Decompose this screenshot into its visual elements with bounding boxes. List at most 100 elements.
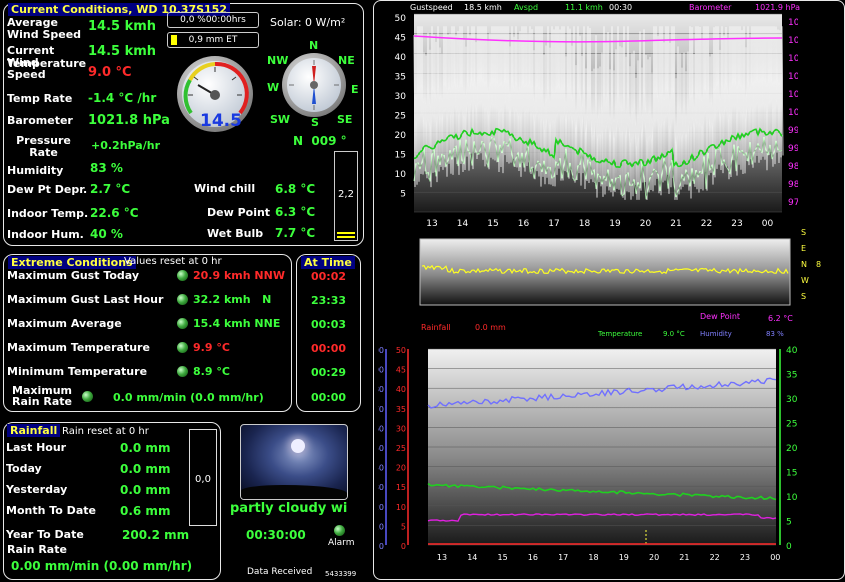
compass-sw: SW — [270, 113, 291, 126]
rain-tick-label: 25 — [396, 444, 406, 453]
humidity-tick-label: 90 — [378, 366, 384, 375]
data-received-count: 5433399 — [325, 570, 357, 578]
humidity-value: 83 % — [90, 161, 123, 175]
x-tick-label: 19 — [609, 219, 621, 229]
extreme-value: 0.0 mm/min (0.0 mm/hr) — [113, 391, 264, 404]
baro-tick-label: 1000 — [788, 108, 798, 118]
rain-gauge-value: 0,0 — [195, 474, 211, 485]
humidity-tick-label: 0 — [379, 542, 384, 551]
dew-pt-depr-label: Dew Pt Depr. — [7, 183, 88, 196]
dew-pt-depr-value: 2.7 °C — [90, 182, 131, 196]
temperature-graph: 1009080706050403020100504540353025201510… — [378, 346, 798, 562]
et-value: 0,9 mm ET — [188, 35, 238, 45]
pressure-rate-value: +0.2hPa/hr — [91, 139, 160, 152]
compass-ne: NE — [338, 54, 355, 67]
baro-tick-label: 990 — [788, 144, 798, 154]
extreme-time: 00:00 — [311, 342, 347, 355]
uv-bar-fill — [337, 236, 355, 238]
temp-tick-label: 25 — [786, 420, 797, 430]
temp-tick-label: 40 — [786, 346, 798, 356]
alarm-label[interactable]: Alarm — [328, 538, 354, 548]
humidity-tick-label: 60 — [378, 424, 384, 433]
y-tick-label: 35 — [395, 73, 406, 83]
rain-tick-label: 50 — [396, 346, 406, 355]
compass-se: SE — [337, 113, 353, 126]
rain-tick-label: 5 — [401, 522, 406, 531]
rain-row-label: Today — [6, 462, 42, 475]
humidity-tick-label: 70 — [378, 405, 384, 414]
temp-tick-label: 15 — [786, 469, 797, 479]
at-time-title: At Time — [301, 256, 355, 269]
indoor-temp-label: Indoor Temp. — [7, 207, 89, 220]
extreme-label: Maximum Rain Rate — [12, 384, 72, 408]
temperature-value: 9.0 °C — [88, 65, 132, 80]
y-tick-label: 30 — [395, 92, 407, 102]
moon-icon — [291, 439, 305, 453]
x-tick-label: 19 — [619, 553, 629, 562]
hum-graph-label: Humidity — [700, 330, 732, 338]
x-tick-label: 17 — [558, 553, 568, 562]
compass-s: S — [311, 116, 319, 129]
temp-tick-label: 5 — [786, 518, 792, 528]
temp-tick-label: 0 — [786, 542, 792, 552]
dew-point-label: Dew Point — [207, 206, 271, 219]
x-tick-label: 14 — [467, 553, 477, 562]
baro-tick-label: 985 — [788, 162, 798, 172]
x-tick-label: 00 — [762, 219, 774, 229]
x-tick-label: 22 — [710, 553, 720, 562]
humidity-tick-label: 40 — [378, 464, 384, 473]
uv-bar: 2,2 — [334, 151, 358, 241]
wind-graph: 50 45 40 35 30 25 20 15 10 5 1025 1020 1015 1010 1005 1… — [395, 13, 798, 229]
gust-label: Gustspeed — [410, 3, 453, 12]
extreme-label: Minimum Temperature — [7, 365, 148, 378]
direction-graph — [419, 238, 791, 306]
pressure-rate-label: Pressure Rate — [16, 134, 71, 159]
temp-rate-value: -1.4 °C /hr — [88, 91, 157, 105]
direction-label: S — [801, 228, 807, 237]
extreme-led — [177, 294, 188, 305]
y-tick-label: 45 — [395, 34, 406, 44]
wind-gauge-value: 14.5 — [200, 111, 242, 131]
x-tick-label: 13 — [426, 219, 437, 229]
alarm-led[interactable] — [334, 525, 345, 536]
compass-nw: NW — [267, 54, 289, 67]
extreme-value: 20.9 kmh NNW — [193, 269, 285, 282]
extreme-led — [177, 366, 188, 377]
rain-row-label: Last Hour — [6, 441, 67, 454]
dew-graph-label: Dew Point — [700, 312, 741, 321]
treeline — [241, 485, 347, 499]
uv-bar-value: 2,2 — [338, 189, 354, 200]
extreme-label: Maximum Temperature — [7, 341, 150, 354]
y-tick-label: 40 — [395, 53, 407, 63]
current-conditions-panel: Current Conditions, WD 10.37S152 Average… — [3, 3, 364, 246]
rain-tick-label: 40 — [396, 385, 406, 394]
extreme-label: Maximum Gust Last Hour — [7, 293, 164, 306]
temp-tick-label: 30 — [786, 395, 798, 405]
indoor-temp-value: 22.6 °C — [90, 206, 139, 220]
extreme-subtitle: Values reset at 0 hr — [124, 256, 222, 267]
x-tick-label: 17 — [548, 219, 559, 229]
humidity-tick-label: 10 — [378, 522, 384, 531]
rain-row-value: 0.0 mm — [120, 462, 171, 476]
rain-tick-label: 15 — [396, 483, 406, 492]
y-tick-label: 15 — [395, 151, 406, 161]
x-tick-label: 21 — [670, 219, 681, 229]
extreme-time: 23:33 — [311, 294, 347, 307]
barometer-value: 1021.8 hPa — [88, 113, 170, 128]
y-tick-label: 20 — [395, 131, 407, 141]
baro-tick-label: 1020 — [788, 36, 798, 46]
x-tick-label: 15 — [498, 553, 508, 562]
x-tick-label: 20 — [649, 553, 659, 562]
compass-e: E — [351, 83, 359, 96]
gust-value: 18.5 kmh — [464, 3, 502, 12]
baro-tick-label: 980 — [788, 180, 798, 190]
avg-wind-label: Average Wind Speed — [7, 16, 82, 41]
baro-tick-label: 1005 — [788, 90, 798, 100]
et-bar-icon — [171, 35, 177, 45]
x-tick-label: 15 — [487, 219, 498, 229]
rainfall-panel: Rainfall Rain reset at 0 hr Last Hour 0.0… — [3, 422, 221, 580]
wet-bulb-value: 7.7 °C — [275, 226, 316, 240]
extreme-led — [177, 342, 188, 353]
humidity-tick-label: 50 — [378, 444, 384, 453]
at-time-panel: At Time 00:02 23:33 00:03 00:00 00:29 00:00 — [296, 254, 361, 412]
